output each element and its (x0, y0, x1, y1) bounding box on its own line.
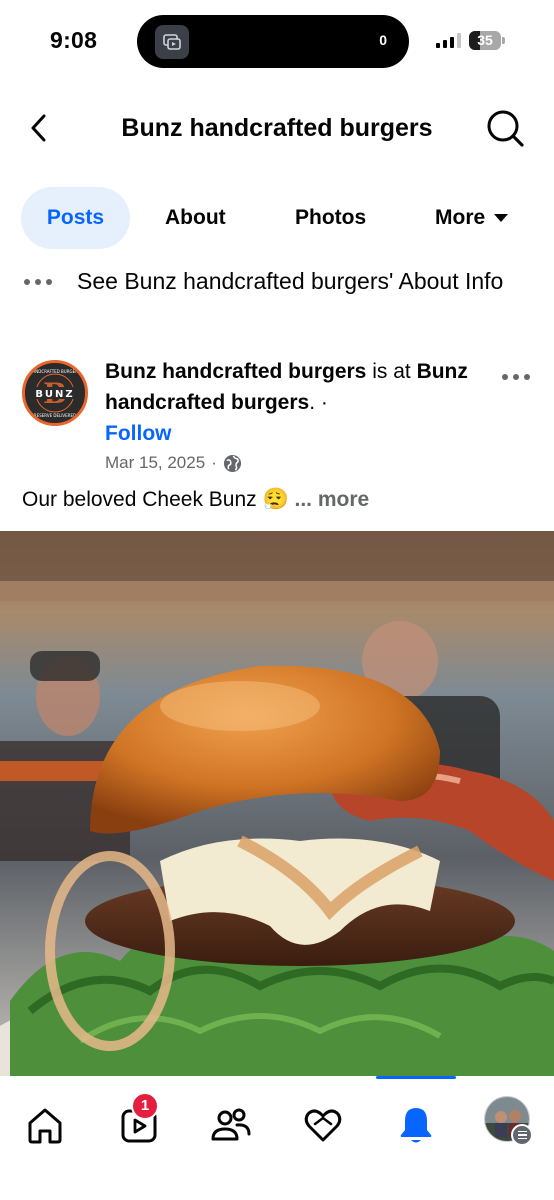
more-dots-icon (24, 279, 52, 285)
search-button[interactable] (484, 107, 526, 149)
post-header: B BUNZ HANDCRAFTED BURGERS RESERVE DELIV… (0, 356, 554, 481)
dating-heart-icon (304, 1109, 342, 1142)
tab-more-label: More (435, 206, 486, 229)
friends-icon (211, 1108, 251, 1141)
post-date[interactable]: Mar 15, 2025 (105, 453, 205, 473)
svg-text:HANDCRAFTED BURGERS: HANDCRAFTED BURGERS (30, 369, 81, 374)
follow-button[interactable]: Follow (105, 422, 172, 446)
post-photo[interactable] (0, 531, 554, 1076)
page-header: Bunz handcrafted burgers (0, 96, 554, 162)
post-author-link[interactable]: Bunz handcrafted burgers (105, 360, 366, 383)
nav-notifications[interactable] (389, 1098, 443, 1152)
post-options-button[interactable] (502, 374, 530, 380)
signal-icon (436, 33, 461, 48)
menu-icon (511, 1124, 533, 1146)
svg-text:BUNZ: BUNZ (35, 389, 74, 400)
meta-separator: · (211, 453, 217, 472)
page-avatar[interactable]: B BUNZ HANDCRAFTED BURGERS RESERVE DELIV… (22, 360, 88, 426)
tab-about-label: About (165, 206, 226, 229)
caption-more-link[interactable]: ... more (294, 488, 369, 511)
tab-posts-label: Posts (46, 206, 105, 229)
nav-dating[interactable] (296, 1098, 350, 1152)
page-title: Bunz handcrafted burgers (121, 114, 433, 142)
burger-photo (0, 531, 554, 1076)
tab-photos-label: Photos (295, 206, 367, 229)
svg-text:RESERVE DELIVERED: RESERVE DELIVERED (34, 413, 76, 418)
tab-about[interactable]: About (165, 187, 226, 249)
caret-down-icon (494, 214, 509, 222)
notifications-bell-icon (400, 1108, 432, 1143)
bunz-logo: B BUNZ HANDCRAFTED BURGERS RESERVE DELIV… (25, 363, 85, 423)
nav-home[interactable] (18, 1098, 72, 1152)
tab-posts[interactable]: Posts (21, 187, 130, 249)
page-tabs: Posts About Photos More (0, 187, 554, 249)
post-location-suffix: . · (309, 391, 328, 414)
caption-text: Our beloved Cheek Bunz (22, 488, 257, 511)
post-meta: Mar 15, 2025 · (105, 453, 242, 473)
battery-icon: 35 (469, 31, 505, 50)
about-info-link[interactable]: See Bunz handcrafted burgers' About Info (77, 266, 517, 297)
chevron-left-icon (31, 114, 46, 142)
island-count: 0 (379, 32, 387, 48)
tab-more[interactable]: More (435, 187, 509, 249)
post-caption: Our beloved Cheek Bunz 😮‍💨 ... more (22, 488, 369, 512)
bottom-nav: 1 (0, 1076, 554, 1200)
nav-active-indicator (376, 1076, 456, 1079)
globe-icon (223, 454, 241, 472)
caption-emoji: 😮‍💨 (262, 488, 289, 511)
post-connector: is at (366, 360, 417, 383)
screen-mirror-icon (155, 25, 189, 59)
dynamic-island[interactable]: 0 (137, 15, 409, 68)
post-author-line: Bunz handcrafted burgers is at Bunz hand… (105, 356, 495, 418)
video-badge: 1 (131, 1092, 159, 1120)
battery-percent: 35 (477, 32, 493, 48)
back-button[interactable] (22, 110, 58, 146)
tab-photos[interactable]: Photos (295, 187, 366, 249)
status-bar: 9:08 0 35 (0, 0, 554, 84)
home-icon (28, 1108, 62, 1144)
nav-friends[interactable] (204, 1098, 258, 1152)
status-time: 9:08 (50, 27, 98, 53)
search-icon (487, 110, 524, 147)
